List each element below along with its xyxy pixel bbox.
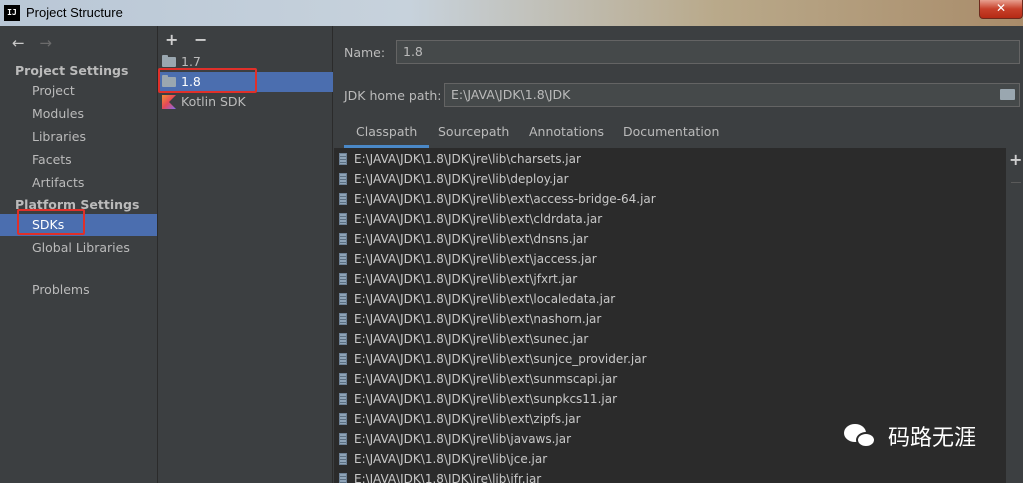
list-item[interactable]: E:\JAVA\JDK\1.8\JDK\jre\lib\ext\jaccess.… (334, 249, 1006, 269)
sidebar-item-modules[interactable]: Modules (0, 103, 157, 125)
list-item[interactable]: E:\JAVA\JDK\1.8\JDK\jre\lib\jfr.jar (334, 469, 1006, 483)
jar-icon (339, 233, 347, 245)
intellij-app-icon: IJ (4, 5, 20, 21)
tab-classpath[interactable]: Classpath (344, 120, 430, 148)
jar-icon (339, 413, 347, 425)
sdk-item-label: 1.7 (181, 54, 201, 69)
back-arrow-icon[interactable]: ← (12, 34, 25, 52)
classpath-side-toolbar: + (1006, 148, 1023, 483)
sidebar-item-project[interactable]: Project (0, 80, 157, 102)
jar-icon (339, 333, 347, 345)
sidebar-item-libraries[interactable]: Libraries (0, 126, 157, 148)
jar-icon (339, 453, 347, 465)
highlight-box-sdks (17, 209, 85, 235)
highlight-box-1-8 (158, 68, 257, 93)
jar-icon (339, 293, 347, 305)
list-item[interactable]: E:\JAVA\JDK\1.8\JDK\jre\lib\ext\jfxrt.ja… (334, 269, 1006, 289)
settings-sidebar: ← → Project Settings Project Modules Lib… (0, 26, 158, 483)
list-item[interactable]: E:\JAVA\JDK\1.8\JDK\jre\lib\ext\nashorn.… (334, 309, 1006, 329)
jar-icon (339, 393, 347, 405)
jar-icon (339, 473, 347, 483)
add-icon[interactable]: + (165, 30, 178, 49)
project-settings-header: Project Settings (15, 63, 129, 78)
sidebar-item-artifacts[interactable]: Artifacts (0, 172, 157, 194)
list-item[interactable]: E:\JAVA\JDK\1.8\JDK\jre\lib\deploy.jar (334, 169, 1006, 189)
list-item[interactable]: E:\JAVA\JDK\1.8\JDK\jre\lib\ext\dnsns.ja… (334, 229, 1006, 249)
wechat-icon (842, 421, 880, 451)
browse-folder-icon[interactable] (1000, 89, 1015, 100)
list-item[interactable]: E:\JAVA\JDK\1.8\JDK\jre\lib\ext\access-b… (334, 189, 1006, 209)
jar-icon (339, 273, 347, 285)
jar-icon (339, 153, 347, 165)
tab-annotations[interactable]: Annotations (517, 120, 616, 148)
sdk-item-kotlin[interactable]: Kotlin SDK (159, 92, 333, 112)
watermark: 码路无涯 (842, 420, 976, 452)
list-item[interactable]: E:\JAVA\JDK\1.8\JDK\jre\lib\jce.jar (334, 449, 1006, 469)
list-item[interactable]: E:\JAVA\JDK\1.8\JDK\jre\lib\ext\localeda… (334, 289, 1006, 309)
sidebar-item-facets[interactable]: Facets (0, 149, 157, 171)
jar-icon (339, 313, 347, 325)
remove-icon[interactable]: − (194, 30, 207, 49)
list-item[interactable]: E:\JAVA\JDK\1.8\JDK\jre\lib\charsets.jar (334, 149, 1006, 169)
list-item[interactable]: E:\JAVA\JDK\1.8\JDK\jre\lib\ext\cldrdata… (334, 209, 1006, 229)
name-field[interactable]: 1.8 (396, 40, 1020, 64)
jar-icon (339, 373, 347, 385)
window-title: Project Structure (26, 5, 123, 20)
sdk-item-label: Kotlin SDK (181, 94, 246, 109)
history-nav: ← → (12, 34, 62, 52)
sdk-list-pane: + − 1.7 1.8 Kotlin SDK (158, 26, 333, 483)
jdk-home-label: JDK home path: (344, 88, 442, 103)
toolbar-separator (1011, 182, 1021, 183)
tab-sourcepath[interactable]: Sourcepath (426, 120, 521, 148)
jar-icon (339, 433, 347, 445)
sidebar-item-problems[interactable]: Problems (0, 279, 157, 301)
folder-icon (162, 55, 176, 67)
list-item[interactable]: E:\JAVA\JDK\1.8\JDK\jre\lib\ext\sunmscap… (334, 369, 1006, 389)
close-button[interactable]: ✕ (979, 0, 1023, 19)
jar-icon (339, 353, 347, 365)
jdk-home-value: E:\JAVA\JDK\1.8\JDK (451, 87, 571, 102)
name-label: Name: (344, 45, 386, 60)
jdk-home-field[interactable]: E:\JAVA\JDK\1.8\JDK (444, 83, 1020, 107)
list-item[interactable]: E:\JAVA\JDK\1.8\JDK\jre\lib\ext\sunjce_p… (334, 349, 1006, 369)
sidebar-item-global-libraries[interactable]: Global Libraries (0, 237, 157, 259)
watermark-text: 码路无涯 (888, 426, 977, 451)
list-item[interactable]: E:\JAVA\JDK\1.8\JDK\jre\lib\ext\sunpkcs1… (334, 389, 1006, 409)
tab-documentation-paths[interactable]: Documentation Paths (611, 120, 731, 163)
add-path-icon[interactable]: + (1009, 150, 1022, 169)
jar-icon (339, 213, 347, 225)
jar-icon (339, 173, 347, 185)
jar-icon (339, 193, 347, 205)
forward-arrow-icon[interactable]: → (39, 34, 52, 52)
sdk-toolbar: + − (165, 30, 217, 49)
title-bar: IJ Project Structure ✕ (0, 0, 1023, 26)
kotlin-icon (162, 95, 176, 109)
jar-icon (339, 253, 347, 265)
list-item[interactable]: E:\JAVA\JDK\1.8\JDK\jre\lib\ext\sunec.ja… (334, 329, 1006, 349)
sdk-detail-pane: Name: 1.8 JDK home path: E:\JAVA\JDK\1.8… (334, 26, 1023, 483)
